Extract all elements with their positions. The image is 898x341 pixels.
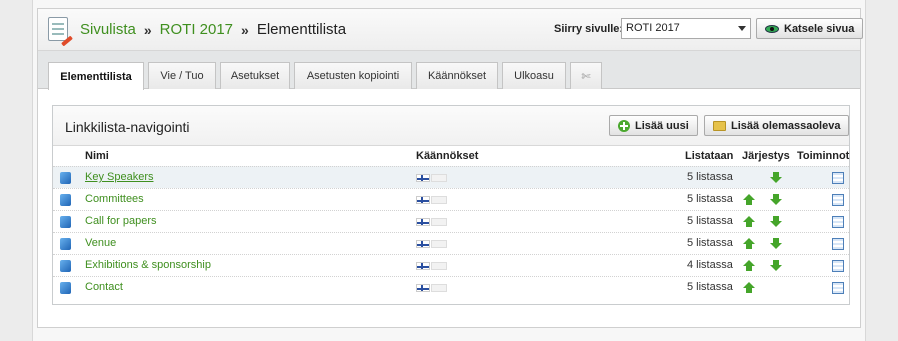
row-name-link[interactable]: Contact <box>85 281 123 293</box>
finnish-flag-icon[interactable] <box>416 262 430 270</box>
row-listed-count: 5 listassa <box>687 193 733 205</box>
add-existing-label: Lisää olemassaoleva <box>731 119 841 132</box>
plus-icon <box>618 119 630 132</box>
row-listed-count: 5 listassa <box>687 171 733 183</box>
translation-status <box>431 284 447 292</box>
edit-icon[interactable] <box>832 282 844 294</box>
breadcrumb-site[interactable]: ROTI 2017 <box>160 21 233 38</box>
tab-asetusten-kopiointi[interactable]: Asetusten kopiointi <box>294 62 412 89</box>
finnish-flag-icon[interactable] <box>416 240 430 248</box>
finnish-flag-icon[interactable] <box>416 174 430 182</box>
tab-bar: Elementtilista Vie / Tuo Asetukset Asetu… <box>38 51 860 90</box>
add-new-label: Lisää uusi <box>635 119 689 132</box>
cube-icon <box>60 172 71 184</box>
element-list-title: Linkkilista-navigointi <box>65 119 190 135</box>
column-order: Järjestys <box>742 150 790 162</box>
element-list-header: Linkkilista-navigointi Lisää uusi Lisää … <box>53 106 850 146</box>
edit-icon[interactable] <box>832 260 844 272</box>
column-listed: Listataan <box>685 150 734 162</box>
move-up-icon[interactable] <box>743 194 755 206</box>
eye-icon <box>765 24 779 33</box>
folder-icon <box>713 120 726 131</box>
finnish-flag-icon[interactable] <box>416 196 430 204</box>
row-name-link[interactable]: Venue <box>85 237 116 249</box>
cube-icon <box>60 260 71 272</box>
main-panel: Sivulista » ROTI 2017 » Elementtilista S… <box>37 8 864 328</box>
move-down-icon[interactable] <box>770 260 782 272</box>
add-existing-button[interactable]: Lisää olemassaoleva <box>704 115 850 136</box>
move-down-icon[interactable] <box>770 238 782 250</box>
translation-status <box>431 218 447 226</box>
table-row: Venue 5 listassa <box>53 232 849 254</box>
finnish-flag-icon[interactable] <box>416 284 430 292</box>
row-listed-count: 5 listassa <box>687 215 733 227</box>
finnish-flag-icon[interactable] <box>416 218 430 226</box>
table-row: Exhibitions & sponsorship 4 listassa <box>53 254 849 276</box>
edit-icon[interactable] <box>832 216 844 228</box>
goto-page-select[interactable]: ROTI 2017 <box>621 18 751 39</box>
tab-vie-tuo[interactable]: Vie / Tuo <box>148 62 216 89</box>
cube-icon <box>60 282 71 294</box>
row-name-link[interactable]: Call for papers <box>85 215 157 227</box>
translation-status <box>431 262 447 270</box>
translation-status <box>431 240 447 248</box>
row-name-link[interactable]: Exhibitions & sponsorship <box>85 259 211 271</box>
table-row: Contact 5 listassa <box>53 276 849 298</box>
tab-scissors-icon[interactable]: ✄ <box>570 62 602 89</box>
row-listed-count: 5 listassa <box>687 281 733 293</box>
row-name-link[interactable]: Key Speakers <box>85 171 153 183</box>
column-name: Nimi <box>85 150 109 162</box>
table-row: Key Speakers 5 listassa <box>53 166 849 188</box>
table-header: Nimi Käännökset Listataan Järjestys Toim… <box>53 147 849 165</box>
view-page-label: Katsele sivua <box>784 22 855 35</box>
translation-status <box>431 196 447 204</box>
breadcrumb-root[interactable]: Sivulista <box>80 21 136 38</box>
tab-kaannokset[interactable]: Käännökset <box>416 62 498 89</box>
row-listed-count: 5 listassa <box>687 237 733 249</box>
move-up-icon[interactable] <box>743 216 755 228</box>
tab-ulkoasu[interactable]: Ulkoasu <box>502 62 566 89</box>
cube-icon <box>60 194 71 206</box>
row-listed-count: 4 listassa <box>687 259 733 271</box>
edit-icon[interactable] <box>832 172 844 184</box>
column-actions: Toiminnot <box>797 150 850 162</box>
move-down-icon[interactable] <box>770 194 782 206</box>
move-up-icon[interactable] <box>743 238 755 250</box>
cube-icon <box>60 216 71 228</box>
add-new-button[interactable]: Lisää uusi <box>609 115 698 136</box>
move-down-icon[interactable] <box>770 216 782 228</box>
edit-icon[interactable] <box>832 194 844 206</box>
table-row: Call for papers 5 listassa <box>53 210 849 232</box>
cube-icon <box>60 238 71 250</box>
table-row: Committees 5 listassa <box>53 188 849 210</box>
header-bar: Sivulista » ROTI 2017 » Elementtilista S… <box>38 9 864 51</box>
view-page-button[interactable]: Katsele sivua <box>756 18 864 39</box>
edit-icon[interactable] <box>832 238 844 250</box>
chevron-down-icon <box>738 26 746 31</box>
goto-selected-value: ROTI 2017 <box>626 22 680 34</box>
column-translations: Käännökset <box>416 150 479 162</box>
row-name-link[interactable]: Committees <box>85 193 144 205</box>
tab-asetukset[interactable]: Asetukset <box>220 62 290 89</box>
page-wrapper: Sivulista » ROTI 2017 » Elementtilista S… <box>32 0 866 341</box>
element-list-box: Linkkilista-navigointi Lisää uusi Lisää … <box>52 105 850 305</box>
page-edit-icon <box>48 17 73 47</box>
breadcrumb-separator: » <box>143 21 152 38</box>
breadcrumb: Sivulista » ROTI 2017 » Elementtilista <box>80 21 346 38</box>
breadcrumb-current: Elementtilista <box>256 21 347 38</box>
tab-elementtilista[interactable]: Elementtilista <box>48 62 144 90</box>
move-up-icon[interactable] <box>743 260 755 272</box>
goto-label: Siirry sivulle: <box>554 23 624 35</box>
translation-status <box>431 174 447 182</box>
breadcrumb-separator: » <box>241 21 249 38</box>
move-up-icon[interactable] <box>743 282 755 294</box>
move-down-icon[interactable] <box>770 172 782 184</box>
